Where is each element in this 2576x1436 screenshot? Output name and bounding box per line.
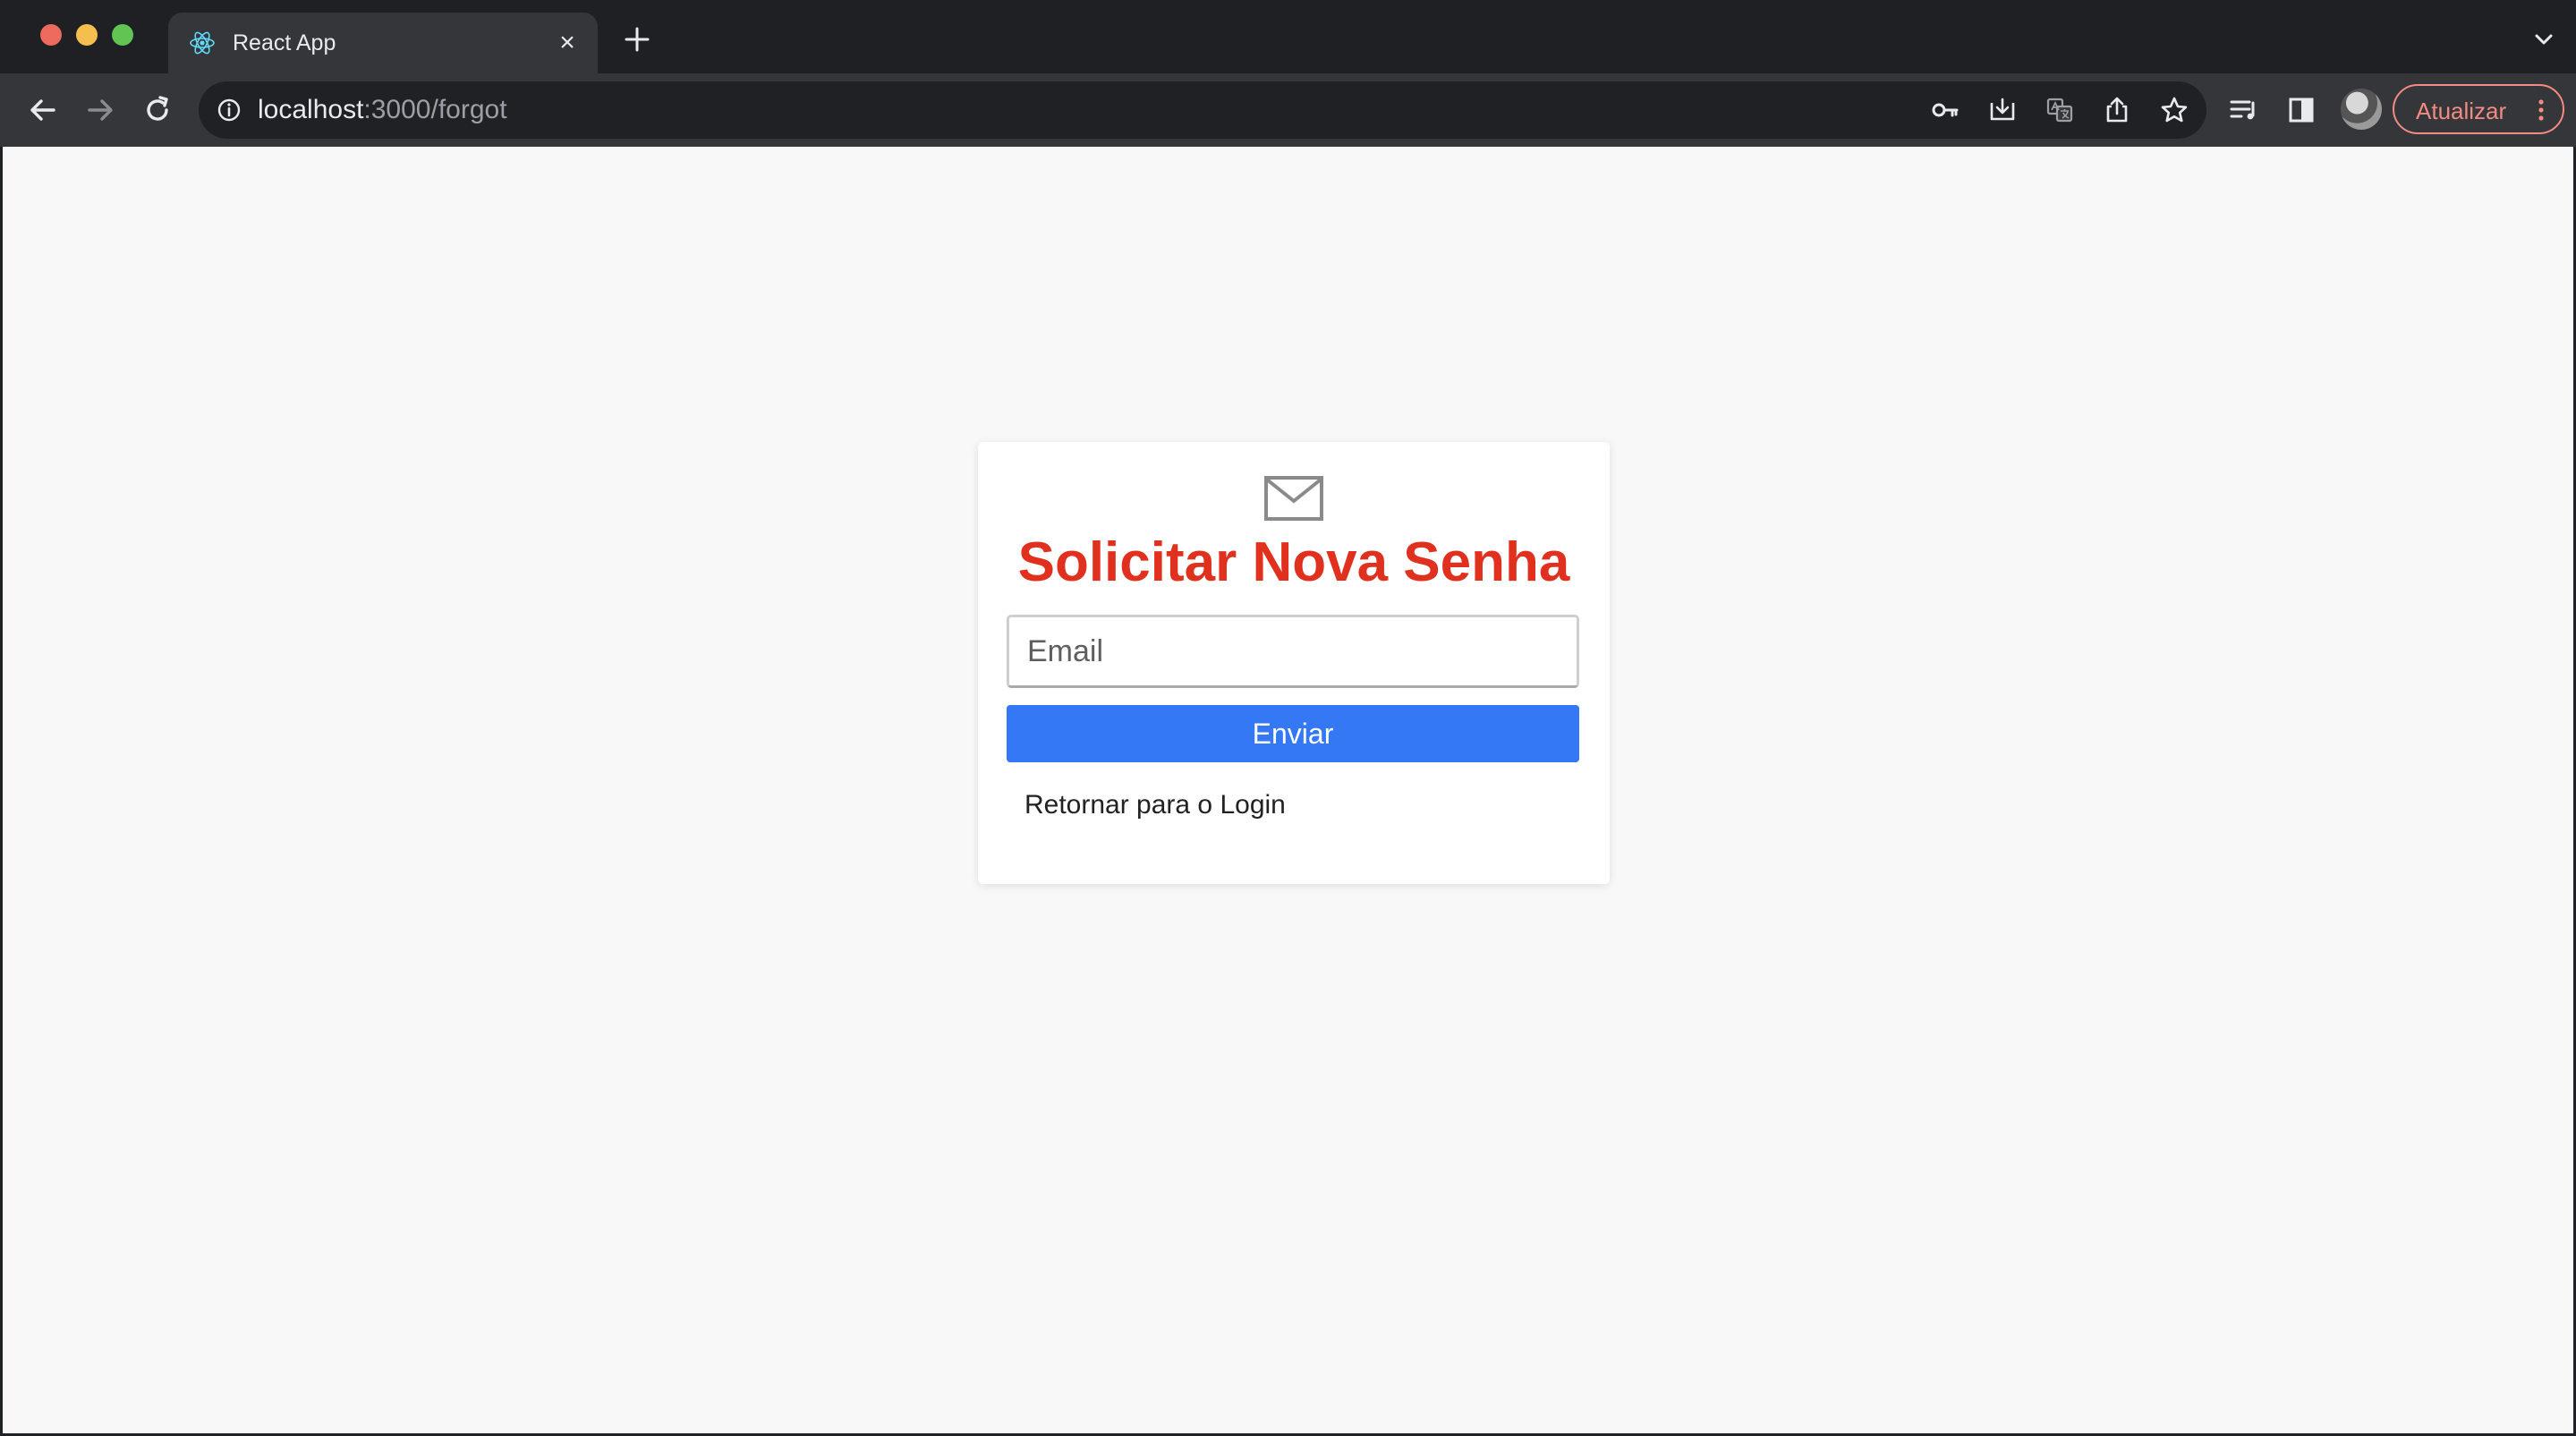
key-icon[interactable] <box>1929 94 1961 126</box>
install-app-icon[interactable] <box>1986 94 2019 126</box>
star-icon[interactable] <box>2158 94 2190 126</box>
update-button[interactable]: Atualizar <box>2393 84 2564 134</box>
new-tab-icon[interactable] <box>621 23 653 55</box>
page-title: Solicitar Nova Senha <box>1017 531 1570 593</box>
back-arrow-icon[interactable] <box>23 90 63 130</box>
return-to-login-link[interactable]: Retornar para o Login <box>1024 789 1286 821</box>
reload-icon[interactable] <box>138 90 177 130</box>
side-panel-icon[interactable] <box>2283 92 2319 128</box>
url-text[interactable]: localhost:3000/forgot <box>258 94 507 126</box>
profile-avatar[interactable] <box>2341 89 2382 130</box>
url-path: :3000/forgot <box>363 95 507 124</box>
more-vertical-icon[interactable] <box>2530 97 2552 123</box>
page-viewport: Solicitar Nova Senha Enviar Retornar par… <box>3 147 2573 1433</box>
maximize-window-button[interactable] <box>112 24 133 46</box>
react-logo-icon <box>190 31 215 55</box>
update-button-label: Atualizar <box>2416 98 2507 124</box>
minimize-window-button[interactable] <box>76 24 98 46</box>
browser-titlebar: React App × <box>0 0 2576 73</box>
browser-tab-active[interactable]: React App × <box>168 13 598 73</box>
translate-icon[interactable] <box>2044 94 2076 126</box>
share-icon[interactable] <box>2101 94 2133 126</box>
envelope-icon <box>1264 476 1323 521</box>
close-window-button[interactable] <box>40 24 62 46</box>
tab-title: React App <box>233 30 336 55</box>
tab-close-icon[interactable]: × <box>553 29 582 57</box>
url-host: localhost <box>258 95 364 124</box>
chevron-down-icon[interactable] <box>2529 25 2558 54</box>
browser-toolbar: localhost:3000/forgot Atualizar <box>0 73 2576 147</box>
info-icon[interactable] <box>215 96 243 124</box>
forgot-password-card: Solicitar Nova Senha Enviar Retornar par… <box>978 442 1610 884</box>
forward-arrow-icon[interactable] <box>81 90 120 130</box>
send-button[interactable]: Enviar <box>1007 705 1579 762</box>
address-bar[interactable]: localhost:3000/forgot <box>199 81 2206 139</box>
email-field[interactable] <box>1007 615 1579 688</box>
reading-list-icon[interactable] <box>2226 92 2262 128</box>
